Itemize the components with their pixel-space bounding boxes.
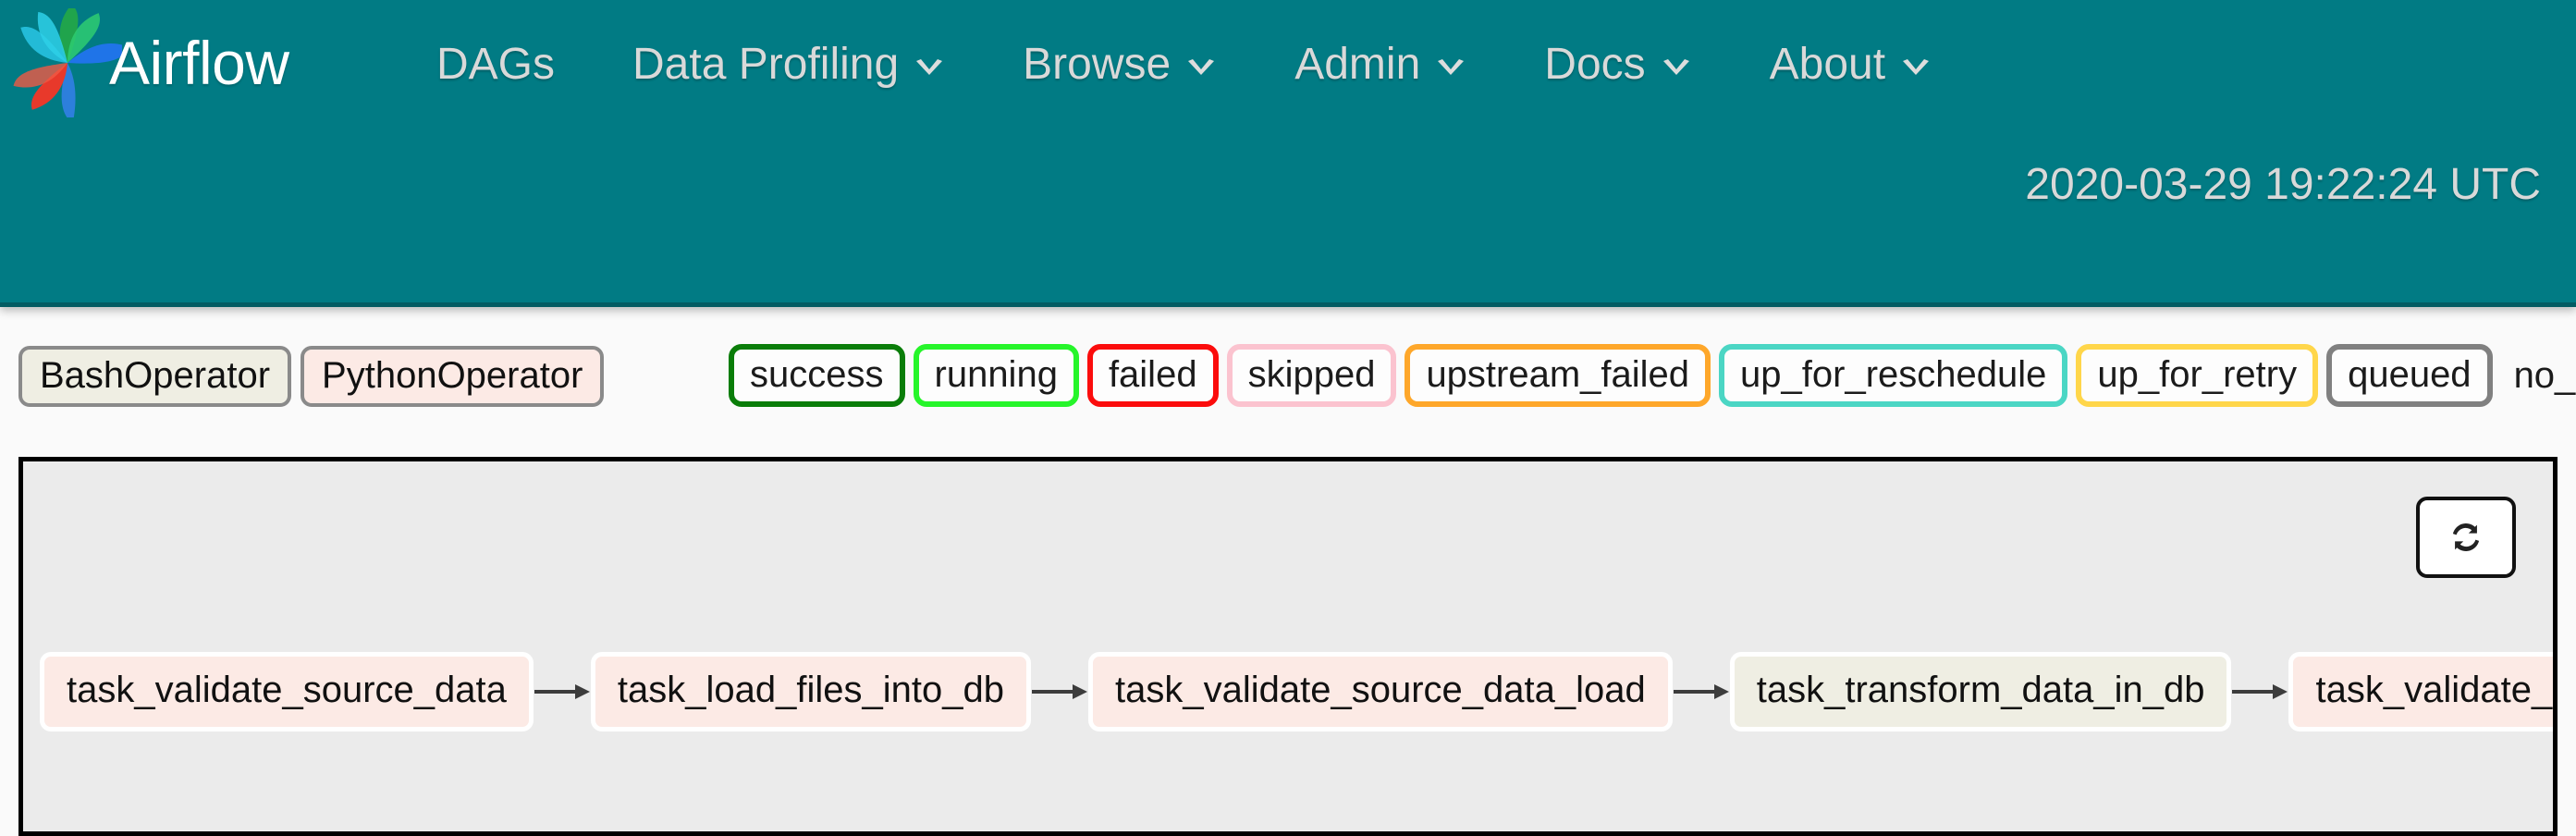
refresh-button[interactable] bbox=[2416, 497, 2516, 578]
utc-clock: 2020-03-29 19:22:24 UTC bbox=[2025, 160, 2541, 209]
task-node-task-validate-source-data[interactable]: task_validate_source_data bbox=[40, 652, 534, 732]
dag-edge bbox=[2231, 673, 2288, 710]
status-legend: success running failed skipped upstream_… bbox=[729, 344, 2576, 407]
nav-item-label: Browse bbox=[1023, 40, 1171, 89]
legend-bar: BashOperator PythonOperator success runn… bbox=[0, 307, 2576, 448]
arrow-right-icon bbox=[534, 684, 590, 699]
navbar-top-row: Airflow DAGs Data Profiling Browse Admin bbox=[0, 0, 2576, 129]
nav-item-docs[interactable]: Docs bbox=[1505, 43, 1730, 87]
arrow-right-icon bbox=[1031, 684, 1087, 699]
operator-badge-bashoperator[interactable]: BashOperator bbox=[18, 346, 292, 407]
chevron-down-icon bbox=[1438, 59, 1465, 75]
status-badge-up-for-retry[interactable]: up_for_retry bbox=[2076, 344, 2319, 407]
airflow-pinwheel-logo-icon bbox=[13, 8, 122, 117]
top-navbar: Airflow DAGs Data Profiling Browse Admin bbox=[0, 0, 2576, 307]
status-badge-skipped[interactable]: skipped bbox=[1226, 344, 1397, 407]
chevron-down-icon bbox=[1903, 59, 1930, 75]
nav-item-about[interactable]: About bbox=[1731, 43, 1970, 87]
dag-graph-panel: task_validate_source_data task_load_file… bbox=[18, 457, 2558, 836]
chevron-down-icon bbox=[1188, 59, 1215, 75]
status-badge-running[interactable]: running bbox=[913, 344, 1079, 407]
dag-task-flow: task_validate_source_data task_load_file… bbox=[40, 652, 2553, 732]
nav-item-label: Admin bbox=[1294, 40, 1421, 89]
status-badge-queued[interactable]: queued bbox=[2326, 344, 2493, 407]
task-node-task-load-files-into-db[interactable]: task_load_files_into_db bbox=[590, 652, 1031, 732]
task-node-task-validate-source-data-load[interactable]: task_validate_source_data_load bbox=[1087, 652, 1673, 732]
nav-item-label: About bbox=[1769, 40, 1886, 89]
arrow-right-icon bbox=[1673, 684, 1729, 699]
task-node-task-transform-data-in-db[interactable]: task_transform_data_in_db bbox=[1729, 652, 2232, 732]
brand-home-link[interactable]: Airflow bbox=[13, 2, 289, 124]
nav-item-label: DAGs bbox=[436, 40, 556, 89]
nav-item-browse[interactable]: Browse bbox=[984, 43, 1256, 87]
brand-name: Airflow bbox=[109, 29, 289, 97]
operator-badge-pythonoperator[interactable]: PythonOperator bbox=[301, 346, 605, 407]
chevron-down-icon bbox=[916, 59, 943, 75]
refresh-sync-icon bbox=[2452, 522, 2480, 552]
dag-edge bbox=[1031, 673, 1088, 710]
nav-item-label: Docs bbox=[1544, 40, 1646, 89]
operator-legend: BashOperator PythonOperator bbox=[18, 346, 605, 407]
status-badge-upstream-failed[interactable]: upstream_failed bbox=[1405, 344, 1711, 407]
arrow-right-icon bbox=[2232, 684, 2288, 699]
task-node-task-validate-analytical-output[interactable]: task_validate_analytical_output bbox=[2288, 652, 2553, 732]
status-badge-success[interactable]: success bbox=[729, 344, 905, 407]
nav-item-dags[interactable]: DAGs bbox=[398, 43, 594, 87]
dag-edge bbox=[534, 673, 591, 710]
nav-item-admin[interactable]: Admin bbox=[1256, 43, 1505, 87]
chevron-down-icon bbox=[1662, 59, 1689, 75]
nav-item-label: Data Profiling bbox=[632, 40, 900, 89]
dag-edge bbox=[1673, 673, 1730, 710]
nav-item-data-profiling[interactable]: Data Profiling bbox=[594, 43, 984, 87]
status-badge-up-for-reschedule[interactable]: up_for_reschedule bbox=[1719, 344, 2068, 407]
primary-navigation: DAGs Data Profiling Browse Admin Docs Ab… bbox=[398, 0, 1970, 129]
status-badge-no-status[interactable]: no_status bbox=[2501, 357, 2576, 394]
status-badge-failed[interactable]: failed bbox=[1086, 344, 1219, 407]
